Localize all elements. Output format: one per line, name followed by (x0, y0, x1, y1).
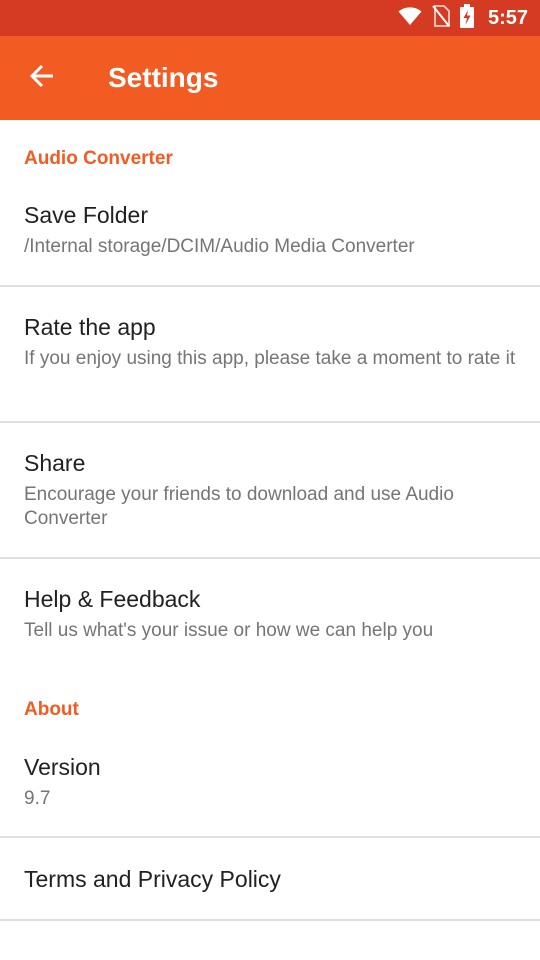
app-toolbar: Settings (0, 36, 540, 120)
wifi-icon (398, 6, 422, 30)
pref-summary: Tell us what's your issue or how we can … (24, 620, 434, 641)
pref-summary: If you enjoy using this app, please take… (24, 348, 516, 369)
pref-save-folder[interactable]: Save Folder /Internal storage/DCIM/Audio… (0, 192, 540, 286)
arrow-left-icon (29, 63, 55, 93)
divider (0, 919, 540, 921)
pref-rate-app[interactable]: Rate the app If you enjoy using this app… (0, 287, 540, 421)
no-sim-icon (432, 5, 450, 31)
category-about: About (24, 699, 79, 720)
pref-summary: /Internal storage/DCIM/Audio Media Conve… (24, 236, 415, 257)
pref-title: Save Folder (24, 202, 149, 228)
pref-title: Help & Feedback (24, 586, 201, 612)
back-button[interactable] (18, 54, 66, 102)
page-title: Settings (108, 62, 219, 93)
pref-terms-privacy[interactable]: Terms and Privacy Policy (0, 838, 540, 918)
status-icons: 5:57 (398, 0, 528, 36)
status-time: 5:57 (487, 6, 528, 29)
pref-help-feedback[interactable]: Help & Feedback Tell us what's your issu… (0, 559, 540, 669)
pref-title: Share (24, 450, 86, 476)
status-bar: 5:57 (0, 0, 540, 36)
pref-share[interactable]: Share Encourage your friends to download… (0, 423, 540, 557)
pref-title: Version (24, 754, 101, 780)
pref-summary: 9.7 (24, 788, 51, 809)
pref-title: Terms and Privacy Policy (24, 866, 281, 892)
pref-summary: Encourage your friends to download and u… (24, 484, 454, 529)
category-audio-converter: Audio Converter (24, 148, 173, 169)
pref-version[interactable]: Version 9.7 (0, 742, 540, 836)
battery-charging-icon (459, 4, 474, 32)
pref-title: Rate the app (24, 314, 156, 340)
